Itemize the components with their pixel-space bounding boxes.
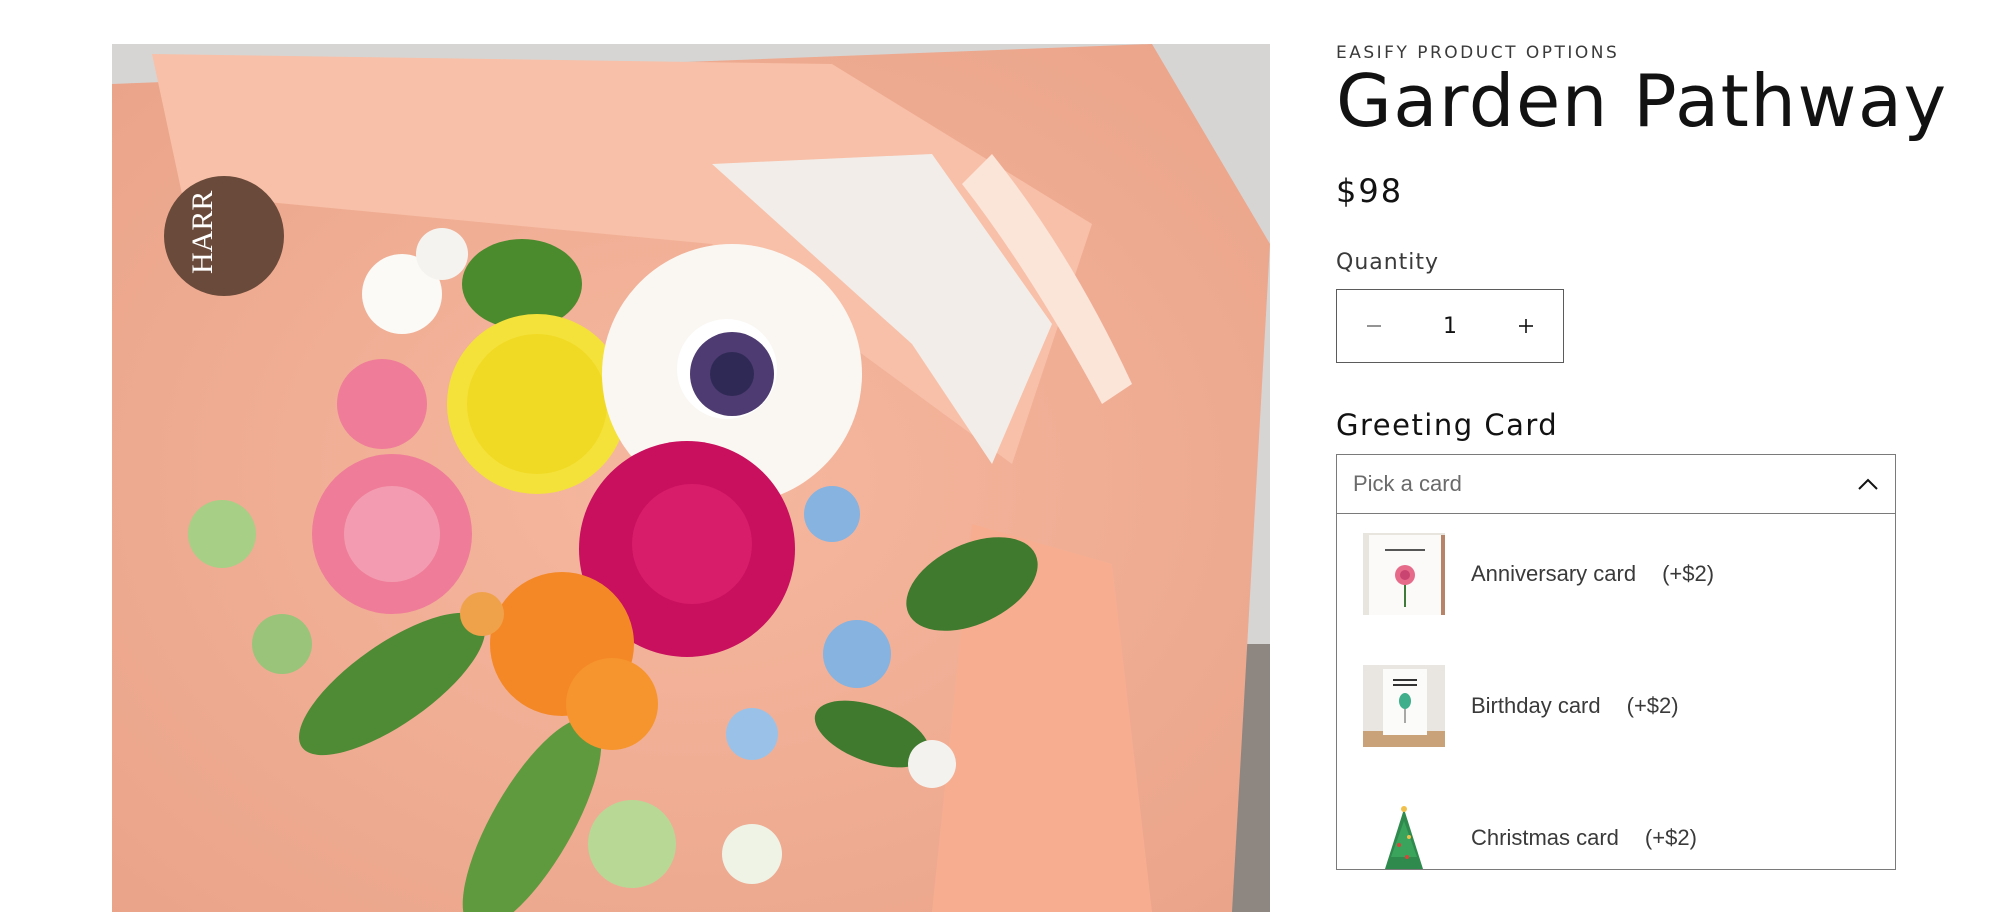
option-label: Anniversary card [1471,561,1637,586]
option-price: (+$2) [1626,693,1679,718]
product-price: $98 [1336,172,1404,210]
quantity-decrement-button[interactable] [1337,290,1411,362]
flower-card-icon [1363,533,1445,615]
scrollbar-edge [1895,609,1896,669]
quantity-increment-button[interactable] [1489,290,1563,362]
greeting-card-placeholder: Pick a card [1353,471,1462,496]
product-image[interactable]: HARR [112,44,1270,912]
image-logo-text: HARR [186,191,219,274]
plus-icon [1519,319,1533,333]
minus-icon [1367,325,1381,327]
greeting-card-dropdown: Anniversary card (+$2) Birthday card (+$… [1336,514,1896,870]
christmas-tree-card-icon [1363,797,1445,869]
greeting-card-option[interactable]: Birthday card (+$2) [1337,640,1895,772]
greeting-card-title: Greeting Card [1336,408,1559,442]
option-label: Christmas card [1471,825,1619,850]
balloon-card-icon [1363,665,1445,747]
option-label: Birthday card [1471,693,1601,718]
product-title: Garden Pathway [1336,59,1948,143]
greeting-card-option[interactable]: Anniversary card (+$2) [1337,514,1895,640]
quantity-label: Quantity [1336,250,1440,275]
quantity-stepper [1336,289,1564,363]
option-price: (+$2) [1662,561,1715,586]
greeting-card-option[interactable]: Christmas card (+$2) [1337,772,1895,869]
chevron-up-icon [1858,478,1878,490]
greeting-card-select[interactable]: Pick a card [1336,454,1896,514]
scrollbar-edge [1895,754,1896,814]
option-price: (+$2) [1644,825,1697,850]
quantity-input[interactable] [1411,312,1489,340]
